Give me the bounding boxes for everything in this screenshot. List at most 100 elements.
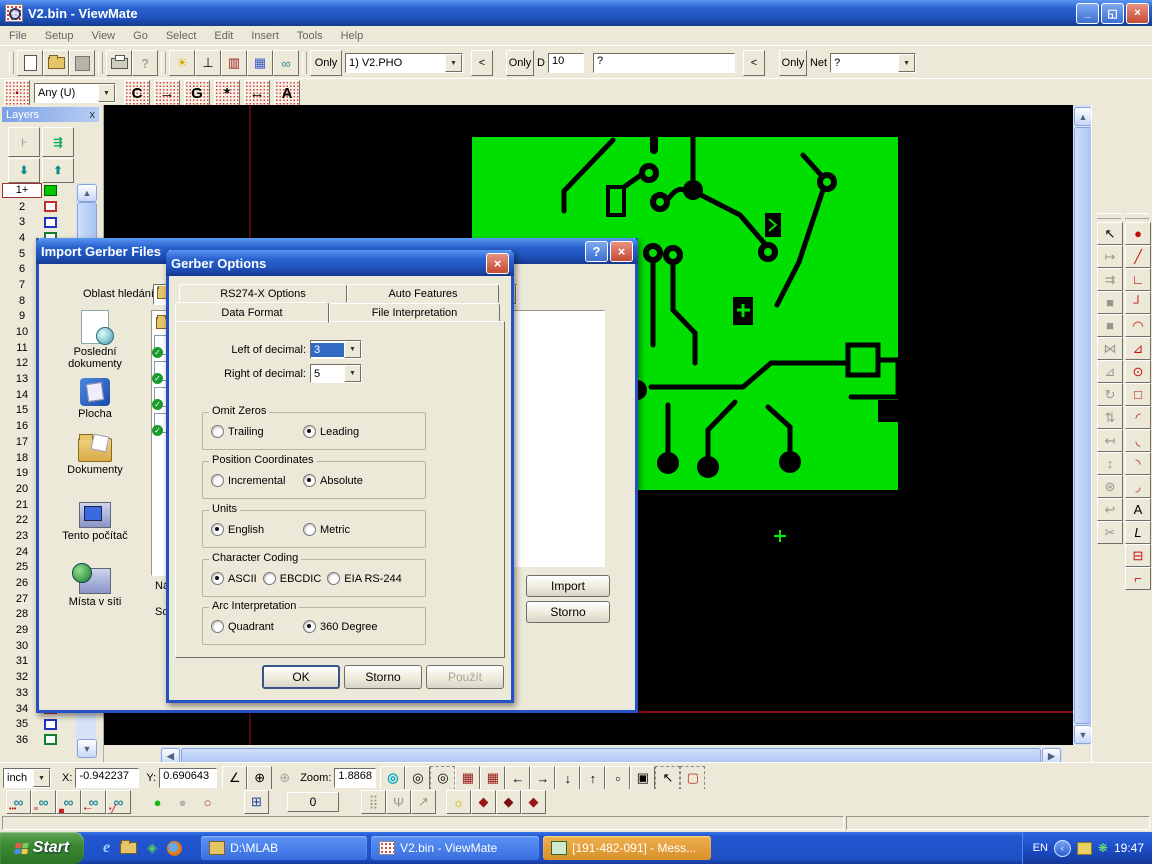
scroll-down-icon[interactable]: ▼: [1074, 725, 1092, 744]
radio-option-quadrant[interactable]: Quadrant: [211, 620, 297, 633]
select-transform-icon[interactable]: ↖: [655, 766, 680, 790]
scale-icon[interactable]: ⇅: [1097, 406, 1123, 429]
cut-tool-icon[interactable]: ✂: [1097, 521, 1123, 544]
radio-selected-icon[interactable]: [211, 572, 224, 585]
previous-layer-button[interactable]: <: [471, 50, 493, 76]
measure-mode-toggle-icon[interactable]: ∞: [273, 50, 299, 76]
swap-button[interactable]: ↔: [244, 80, 270, 106]
tab-rs274x-options[interactable]: RS274-X Options: [179, 284, 347, 303]
shrink-film-icon[interactable]: ▫: [605, 766, 630, 790]
grid-value-button[interactable]: 0: [287, 792, 339, 812]
net-combo[interactable]: ? ▼: [830, 53, 916, 73]
copy-selection-icon[interactable]: ⇉: [1097, 268, 1123, 291]
layer-row[interactable]: 2: [2, 199, 74, 215]
radio-option-360-degree[interactable]: 360 Degree: [303, 620, 378, 633]
dcode-query-input[interactable]: ?: [593, 53, 735, 73]
radio-selected-icon[interactable]: [303, 474, 316, 487]
firefox-icon[interactable]: [167, 841, 182, 856]
internet-explorer-icon[interactable]: e: [103, 839, 110, 857]
zoom-window-tool-icon[interactable]: ◎: [430, 766, 455, 790]
view-lines-mode-icon[interactable]: ∞≡: [31, 790, 56, 814]
menu-view[interactable]: View: [82, 30, 124, 42]
layer-color-swatch[interactable]: [44, 185, 57, 196]
grid-dots-icon[interactable]: ⣿: [361, 790, 386, 814]
layer-insert-button[interactable]: ⊦: [8, 127, 40, 157]
only-net-button[interactable]: Only: [779, 50, 807, 76]
view-pads-mode-icon[interactable]: ∞•••: [6, 790, 31, 814]
menu-file[interactable]: File: [0, 30, 36, 42]
insert-label-icon[interactable]: L: [1125, 521, 1151, 544]
zoom-value-input[interactable]: 1.8868: [334, 768, 376, 788]
draw-pad-icon[interactable]: ●: [1125, 222, 1151, 245]
tools-panel-toggle-icon[interactable]: ⊥: [195, 50, 221, 76]
layer-combo[interactable]: 1) V2.PHO ▼: [345, 53, 463, 73]
radio-selected-icon[interactable]: [303, 620, 316, 633]
scroll-up-icon[interactable]: ▲: [77, 184, 97, 202]
draw-curve-2-icon[interactable]: ◞: [1125, 475, 1151, 498]
layer-row[interactable]: 35: [2, 716, 74, 732]
radio-unselected-icon[interactable]: [211, 425, 224, 438]
draw-circle-icon[interactable]: ⊙: [1125, 360, 1151, 383]
scroll-up-icon[interactable]: ▲: [1074, 107, 1092, 126]
place-recent[interactable]: Poslední dokumenty: [45, 310, 145, 370]
layer-color-swatch[interactable]: [44, 734, 57, 745]
menu-select[interactable]: Select: [157, 30, 206, 42]
previous-dcode-button[interactable]: <: [743, 50, 765, 76]
shear-icon[interactable]: ⊿: [1097, 360, 1123, 383]
angle-tool-icon[interactable]: ∠: [222, 766, 247, 790]
scroll-down-icon[interactable]: ▼: [77, 739, 97, 758]
task-message[interactable]: [191-482-091] - Mess...: [543, 836, 711, 860]
draw-rectangle-icon[interactable]: □: [1125, 383, 1151, 406]
layer-mapping-button[interactable]: ⇶: [42, 127, 74, 157]
draw-curve-icon[interactable]: ◟: [1125, 429, 1151, 452]
draw-arc-icon[interactable]: ◠: [1125, 314, 1151, 337]
radio-unselected-icon[interactable]: [263, 572, 276, 585]
only-dcode-button[interactable]: Only: [506, 50, 534, 76]
expand-film-icon[interactable]: ▣: [630, 766, 655, 790]
chevron-down-icon[interactable]: ▼: [98, 84, 115, 102]
draw-triangle-icon[interactable]: ⊿: [1125, 337, 1151, 360]
place-desktop[interactable]: Plocha: [45, 378, 145, 420]
chevron-down-icon[interactable]: ▼: [898, 54, 915, 72]
draw-path-icon[interactable]: ┘: [1125, 291, 1151, 314]
layer-color-swatch[interactable]: [44, 719, 57, 730]
draw-arc-cw-icon[interactable]: ◝: [1125, 452, 1151, 475]
only-layer-button[interactable]: Only: [310, 50, 342, 76]
radio-selected-icon[interactable]: [303, 425, 316, 438]
layer-on-bulb-icon[interactable]: ●: [145, 790, 170, 814]
quick-launch-folder-icon[interactable]: [120, 842, 137, 854]
radio-selected-icon[interactable]: [211, 523, 224, 536]
undo-transform-icon[interactable]: ↩: [1097, 498, 1123, 521]
close-button[interactable]: ×: [1126, 3, 1149, 24]
tab-auto-features[interactable]: Auto Features: [347, 284, 499, 303]
layer-row[interactable]: 36: [2, 732, 74, 748]
chevron-down-icon[interactable]: ▼: [33, 769, 50, 787]
draw-line-icon[interactable]: ╱: [1125, 245, 1151, 268]
draw-corner-icon[interactable]: ⌐: [1125, 567, 1151, 590]
film-layer-toggle-icon[interactable]: ▥: [221, 50, 247, 76]
chevron-down-icon[interactable]: ▼: [344, 341, 361, 358]
nudge-icon[interactable]: ↕: [1097, 452, 1123, 475]
pointer-tool-icon[interactable]: ↖: [1097, 222, 1123, 245]
crosshair-tool-icon[interactable]: ⊕: [247, 766, 272, 790]
layer-color-swatch[interactable]: [44, 217, 57, 228]
film-box-dialog-icon[interactable]: ▦: [455, 766, 480, 790]
zoom-grid-tool-icon[interactable]: ◎: [405, 766, 430, 790]
relative-move-icon[interactable]: ↗: [411, 790, 436, 814]
goto-arrow-button[interactable]: →: [154, 80, 180, 106]
radio-unselected-icon[interactable]: [327, 572, 340, 585]
layer-move-down-button[interactable]: ⬇: [8, 158, 40, 183]
radio-unselected-icon[interactable]: [211, 620, 224, 633]
view-filled-mode-icon[interactable]: ∞▄: [56, 790, 81, 814]
menu-edit[interactable]: Edit: [205, 30, 242, 42]
tab-file-interpretation[interactable]: File Interpretation: [329, 303, 500, 322]
radio-unselected-icon[interactable]: [303, 523, 316, 536]
cancel-button[interactable]: Storno: [526, 601, 610, 623]
menu-insert[interactable]: Insert: [242, 30, 288, 42]
task-mlab[interactable]: D:\MLAB: [201, 836, 367, 860]
rotate-icon[interactable]: ↻: [1097, 383, 1123, 406]
aperture-draw-icon[interactable]: ◆: [471, 790, 496, 814]
hide-icons-chevron-icon[interactable]: ‹: [1054, 840, 1071, 857]
insert-text-icon[interactable]: A: [1125, 498, 1151, 521]
aperture-filter-icon[interactable]: ▪: [4, 80, 30, 106]
